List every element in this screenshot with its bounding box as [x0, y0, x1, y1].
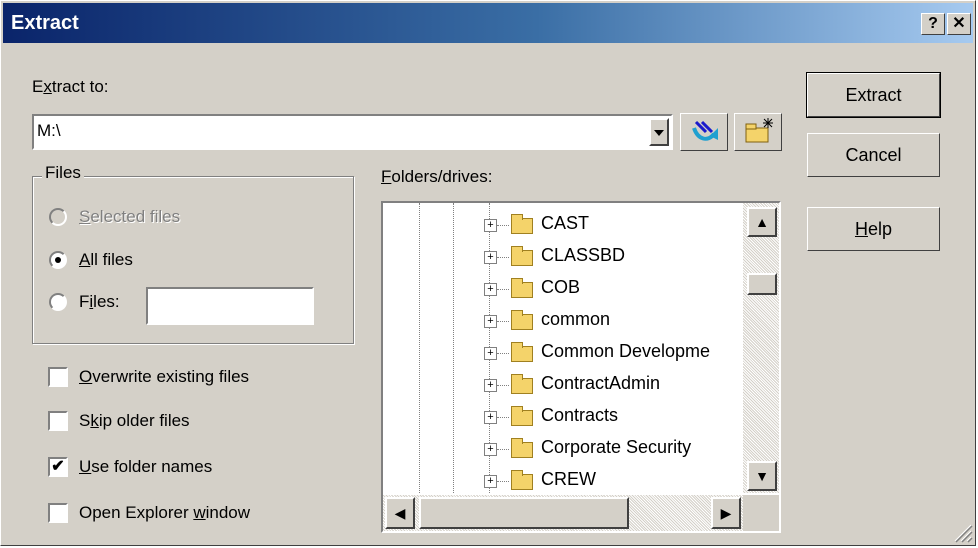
- extract-dialog: Extract ? ✕ Extract to: M:\ Extract Canc…: [0, 0, 976, 546]
- folder-tree-item[interactable]: + CREW: [383, 465, 743, 497]
- expand-plus-icon[interactable]: +: [484, 315, 497, 328]
- cancel-button[interactable]: Cancel: [807, 133, 940, 177]
- vertical-scrollbar[interactable]: [743, 203, 779, 493]
- selected-files-label: Selected files: [79, 207, 181, 226]
- folder-name[interactable]: CAST: [541, 213, 589, 234]
- open-explorer-label: Open Explorer window: [79, 503, 251, 522]
- tree-connector: [497, 225, 509, 226]
- folder-name[interactable]: CREW: [541, 469, 596, 490]
- expand-plus-icon[interactable]: +: [484, 347, 497, 360]
- folder-icon: [511, 438, 533, 458]
- use-folder-names-label: Use folder names: [79, 457, 213, 476]
- folder-tree[interactable]: + CAST + CLASSBD + COB + common + Common Developm…: [381, 201, 781, 533]
- skip-older-label: Skip older files: [79, 411, 190, 430]
- folder-name[interactable]: Common Developme: [541, 341, 710, 362]
- files-pattern-radio[interactable]: [49, 293, 67, 311]
- files-pattern-label: Files:: [79, 292, 120, 311]
- folder-icon: [511, 406, 533, 426]
- vertical-scroll-thumb[interactable]: [747, 273, 777, 295]
- folder-tree-item[interactable]: + common: [383, 305, 743, 337]
- tree-connector: [497, 353, 509, 354]
- folder-tree-item[interactable]: + CAST: [383, 209, 743, 241]
- extract-to-value[interactable]: M:\: [37, 121, 61, 141]
- skip-older-checkbox[interactable]: [48, 411, 68, 431]
- help-button[interactable]: Help: [807, 207, 940, 251]
- tree-connector: [497, 481, 509, 482]
- tree-connector: [497, 417, 509, 418]
- scroll-right-button[interactable]: ▶: [711, 497, 741, 529]
- folder-icon: [511, 310, 533, 330]
- selected-files-radio[interactable]: [49, 208, 67, 226]
- title-bar[interactable]: Extract ? ✕: [3, 3, 973, 43]
- tree-connector: [497, 385, 509, 386]
- radio-selected-dot: [55, 257, 61, 263]
- folder-name[interactable]: common: [541, 309, 610, 330]
- expand-plus-icon[interactable]: +: [484, 379, 497, 392]
- folder-icon: [511, 342, 533, 362]
- files-pattern-input[interactable]: [146, 287, 314, 325]
- chevron-down-icon: [654, 130, 664, 136]
- tree-connector: [497, 289, 509, 290]
- folder-name[interactable]: Contracts: [541, 405, 618, 426]
- extract-to-label: Extract to:: [32, 77, 109, 96]
- up-one-level-button[interactable]: [680, 113, 728, 151]
- use-folder-names-checkbox[interactable]: ✔: [48, 457, 68, 477]
- window-title: Extract: [11, 12, 79, 34]
- new-folder-button[interactable]: [734, 113, 782, 151]
- folder-icon: [511, 246, 533, 266]
- folder-tree-item[interactable]: + COB: [383, 273, 743, 305]
- close-button[interactable]: ✕: [947, 13, 971, 35]
- scroll-left-button[interactable]: ◀: [385, 497, 415, 529]
- scroll-up-button[interactable]: ▲: [747, 207, 777, 237]
- folder-tree-item[interactable]: + Corporate Security: [383, 433, 743, 465]
- folder-icon: [511, 214, 533, 234]
- folder-icon: [511, 470, 533, 490]
- up-one-level-icon: [692, 120, 718, 141]
- help-title-button[interactable]: ?: [921, 13, 945, 35]
- all-files-radio[interactable]: [49, 251, 67, 269]
- expand-plus-icon[interactable]: +: [484, 283, 497, 296]
- horizontal-scroll-thumb[interactable]: [419, 497, 629, 529]
- overwrite-label: Overwrite existing files: [79, 367, 250, 386]
- folder-tree-item[interactable]: + ContractAdmin: [383, 369, 743, 401]
- dropdown-button[interactable]: [649, 118, 669, 146]
- expand-plus-icon[interactable]: +: [484, 443, 497, 456]
- tree-connector: [497, 257, 509, 258]
- folder-icon: [511, 278, 533, 298]
- extract-to-combobox[interactable]: M:\: [32, 114, 673, 150]
- scroll-down-button[interactable]: ▼: [747, 461, 777, 491]
- expand-plus-icon[interactable]: +: [484, 411, 497, 424]
- overwrite-checkbox[interactable]: [48, 367, 68, 387]
- folder-tree-item[interactable]: + CLASSBD: [383, 241, 743, 273]
- folder-name[interactable]: ContractAdmin: [541, 373, 660, 394]
- folder-name[interactable]: COB: [541, 277, 580, 298]
- folder-name[interactable]: CLASSBD: [541, 245, 625, 266]
- expand-plus-icon[interactable]: +: [484, 219, 497, 232]
- expand-plus-icon[interactable]: +: [484, 475, 497, 488]
- folder-tree-item[interactable]: + Common Developme: [383, 337, 743, 369]
- extract-button[interactable]: Extract: [806, 72, 941, 118]
- folder-tree-item[interactable]: + Contracts: [383, 401, 743, 433]
- scrollbar-corner: [743, 495, 779, 531]
- files-group-title: Files: [42, 163, 84, 183]
- resize-grip-icon[interactable]: [949, 519, 973, 543]
- folder-name[interactable]: Corporate Security: [541, 437, 691, 458]
- tree-connector: [497, 321, 509, 322]
- open-explorer-checkbox[interactable]: [48, 503, 68, 523]
- folder-icon: [511, 374, 533, 394]
- new-folder-icon: [745, 118, 773, 143]
- expand-plus-icon[interactable]: +: [484, 251, 497, 264]
- tree-connector: [497, 449, 509, 450]
- all-files-label: All files: [79, 250, 133, 269]
- folders-drives-label: Folders/drives:: [381, 167, 493, 186]
